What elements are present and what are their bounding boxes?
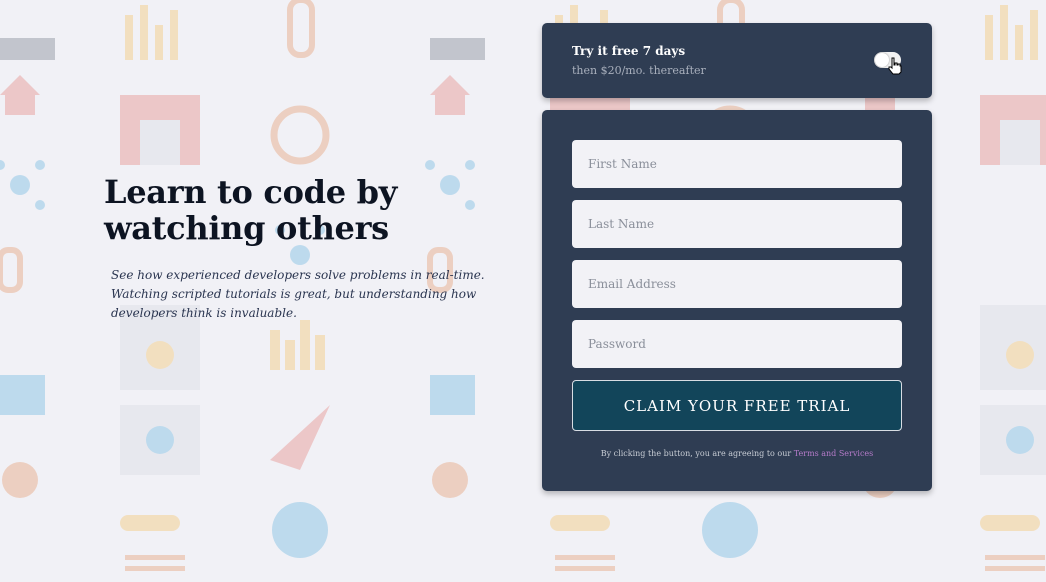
toggle-knob [875, 53, 889, 67]
email-input[interactable] [572, 260, 902, 308]
signup-form: CLAIM YOUR FREE TRIAL By clicking the bu… [542, 110, 932, 491]
hero-heading-line1: Learn to code by [104, 173, 397, 211]
last-name-input[interactable] [572, 200, 902, 248]
hero-heading: Learn to code by watching others [104, 174, 504, 246]
trial-subtitle: then $20/mo. thereafter [572, 64, 706, 77]
trial-title: Try it free 7 days [572, 44, 686, 58]
hero-section: Learn to code by watching others See how… [104, 174, 504, 323]
hero-heading-line2: watching others [104, 209, 389, 247]
claim-trial-button[interactable]: CLAIM YOUR FREE TRIAL [572, 380, 902, 431]
hand-pointer-icon [888, 57, 902, 75]
hero-description: See how experienced developers solve pro… [111, 268, 485, 320]
terms-link[interactable]: Terms and Services [794, 449, 874, 458]
terms-notice: By clicking the button, you are agreeing… [542, 449, 932, 458]
password-input[interactable] [572, 320, 902, 368]
first-name-input[interactable] [572, 140, 902, 188]
trial-offer-bar: Try it free 7 days then $20/mo. thereaft… [542, 23, 932, 98]
terms-prefix: By clicking the button, you are agreeing… [600, 449, 794, 458]
